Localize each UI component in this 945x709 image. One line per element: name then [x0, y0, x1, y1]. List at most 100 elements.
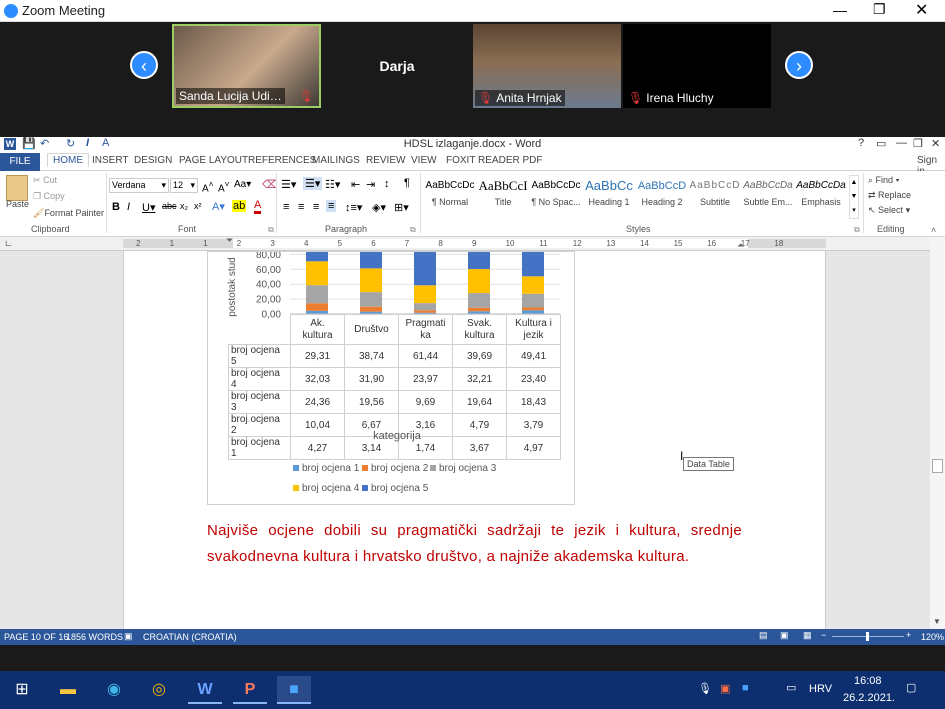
read-mode-icon[interactable]: ▤	[759, 630, 768, 641]
scroll-thumb[interactable]	[932, 459, 943, 473]
bar-segment[interactable]	[414, 252, 436, 286]
tab-file[interactable]: FILE	[0, 153, 40, 171]
bar-segment[interactable]	[414, 310, 436, 313]
keyboard-language[interactable]: HRV	[809, 683, 832, 695]
font-size-select[interactable]: 12 ▾	[170, 178, 198, 193]
zoom-level[interactable]: 120%	[921, 632, 944, 642]
font-color-icon[interactable]: A	[254, 200, 262, 214]
bar-segment[interactable]	[414, 303, 436, 311]
indent-marker-icon[interactable]: ⏷	[226, 235, 233, 246]
dialog-launcher-icon[interactable]: ⧉	[410, 225, 416, 235]
styles-scroll[interactable]: ▲ ▼ ▾	[849, 175, 859, 219]
bar-segment[interactable]	[360, 268, 382, 293]
grow-font-icon[interactable]: A˄	[202, 179, 214, 194]
minimize-icon[interactable]: —	[833, 2, 847, 18]
bar-segment[interactable]	[468, 269, 490, 294]
bar-segment[interactable]	[522, 307, 544, 311]
align-center-icon[interactable]: ≡	[298, 201, 304, 213]
clock-time[interactable]: 16:08	[854, 675, 882, 687]
increase-indent-icon[interactable]: ⇥	[366, 178, 375, 191]
bar-segment[interactable]	[360, 306, 382, 312]
justify-icon[interactable]: ≡	[326, 200, 337, 212]
change-case-icon[interactable]: Aa▾	[234, 179, 251, 190]
proofing-icon[interactable]: ▣	[124, 631, 133, 642]
clock-date[interactable]: 26.2.2021.	[843, 692, 895, 704]
chrome-icon[interactable]: ◎	[142, 676, 176, 704]
vertical-scrollbar[interactable]: ▼	[930, 237, 945, 629]
bar-segment[interactable]	[522, 276, 544, 294]
multilevel-list-icon[interactable]: ☷▾	[325, 178, 340, 191]
bar-segment[interactable]	[306, 285, 328, 304]
zoom-tray-icon[interactable]: ■	[742, 682, 749, 694]
language-indicator[interactable]: CROATIAN (CROATIA)	[143, 632, 237, 642]
style-heading-1[interactable]: AaBbCc Heading 1	[583, 175, 635, 219]
zoom-in-icon[interactable]: +	[906, 630, 911, 640]
bar-segment[interactable]	[360, 252, 382, 269]
tab-foxit-reader-pdf[interactable]: FOXIT READER PDF	[446, 155, 543, 166]
restore-icon[interactable]: ❐	[913, 137, 923, 150]
select-button[interactable]: ↖ Select ▾	[868, 205, 910, 216]
style-heading-2[interactable]: AaBbCcD Heading 2	[636, 175, 688, 219]
tab-view[interactable]: VIEW	[411, 155, 437, 166]
paste-button[interactable]: Paste	[6, 199, 29, 209]
line-spacing-icon[interactable]: ↕≡▾	[345, 201, 362, 214]
strikethrough-icon[interactable]: abc	[162, 201, 177, 211]
network-icon[interactable]: ▭	[786, 681, 796, 694]
tab-references[interactable]: REFERENCES	[248, 155, 316, 166]
italic-icon[interactable]: I	[127, 201, 130, 213]
scroll-down-icon[interactable]: ▼	[933, 617, 941, 626]
powerpoint-taskbar-icon[interactable]: P	[233, 676, 267, 704]
underline-icon[interactable]: U▾	[142, 201, 155, 214]
paste-icon[interactable]	[6, 175, 28, 201]
find-button[interactable]: ⌕ Find ▾	[868, 175, 899, 186]
decrease-indent-icon[interactable]: ⇤	[351, 178, 360, 191]
bar-segment[interactable]	[522, 252, 544, 277]
bar-segment[interactable]	[306, 261, 328, 286]
numbering-icon[interactable]: ☰▾	[303, 177, 323, 190]
bar-segment[interactable]	[468, 252, 490, 270]
video-tile[interactable]: 🎙 Irena Hluchy	[623, 24, 771, 108]
style-subtitle[interactable]: AaBbCcD Subtitle	[689, 175, 741, 219]
zoom-out-icon[interactable]: −	[821, 630, 826, 640]
zoom-slider-thumb[interactable]	[866, 632, 869, 641]
right-indent-marker-icon[interactable]: ⏶	[737, 240, 744, 251]
bar-segment[interactable]	[360, 292, 382, 307]
format-painter-button[interactable]: 🖌Format Painter	[33, 208, 104, 219]
notifications-icon[interactable]: ▢	[906, 681, 916, 694]
word-count[interactable]: 1856 WORDS	[66, 632, 123, 642]
minimize-icon[interactable]: —	[896, 137, 907, 149]
superscript-icon[interactable]: x²	[194, 201, 202, 211]
style-emphasis[interactable]: AaBbCcDa Emphasis	[795, 175, 847, 219]
ribbon-display-icon[interactable]: ▭	[876, 137, 886, 150]
shrink-font-icon[interactable]: A˅	[218, 179, 230, 194]
dialog-launcher-icon[interactable]: ⧉	[854, 225, 860, 235]
zoom-taskbar-icon[interactable]: ■	[277, 676, 311, 704]
style-title[interactable]: AaBbCcI Title	[477, 175, 529, 219]
close-icon[interactable]: ✕	[931, 137, 940, 150]
bar-segment[interactable]	[306, 303, 328, 311]
font-name-select[interactable]: Verdana ▾	[109, 178, 169, 193]
sort-icon[interactable]: ↕	[384, 178, 390, 190]
align-left-icon[interactable]: ≡	[283, 201, 289, 213]
print-layout-icon[interactable]: ▣	[780, 630, 789, 641]
align-right-icon[interactable]: ≡	[313, 201, 319, 213]
web-layout-icon[interactable]: ▦	[803, 630, 812, 641]
subscript-icon[interactable]: x₂	[180, 201, 188, 211]
body-paragraph[interactable]: Najviše ocjene dobili su pragmatički sad…	[207, 518, 742, 570]
copy-button[interactable]: ❐ Copy	[33, 191, 65, 202]
tab-mailings[interactable]: MAILINGS	[312, 155, 360, 166]
tab-home[interactable]: HOME	[47, 153, 89, 167]
page-count[interactable]: PAGE 10 OF 16	[4, 632, 68, 642]
tab-review[interactable]: REVIEW	[366, 155, 405, 166]
borders-icon[interactable]: ⊞▾	[394, 201, 409, 214]
style-normal[interactable]: AaBbCcDc ¶ Normal	[424, 175, 476, 219]
bar-segment[interactable]	[468, 307, 490, 312]
video-tile[interactable]: 🎙 Anita Hrnjak	[473, 24, 621, 108]
close-icon[interactable]: ✕	[915, 0, 928, 20]
bar-segment[interactable]	[306, 252, 328, 262]
bar-segment[interactable]	[522, 293, 544, 308]
bar-segment[interactable]	[468, 293, 490, 308]
bold-icon[interactable]: B	[112, 201, 120, 213]
edge-icon[interactable]: ◉	[97, 676, 131, 704]
tab-design[interactable]: DESIGN	[134, 155, 172, 166]
